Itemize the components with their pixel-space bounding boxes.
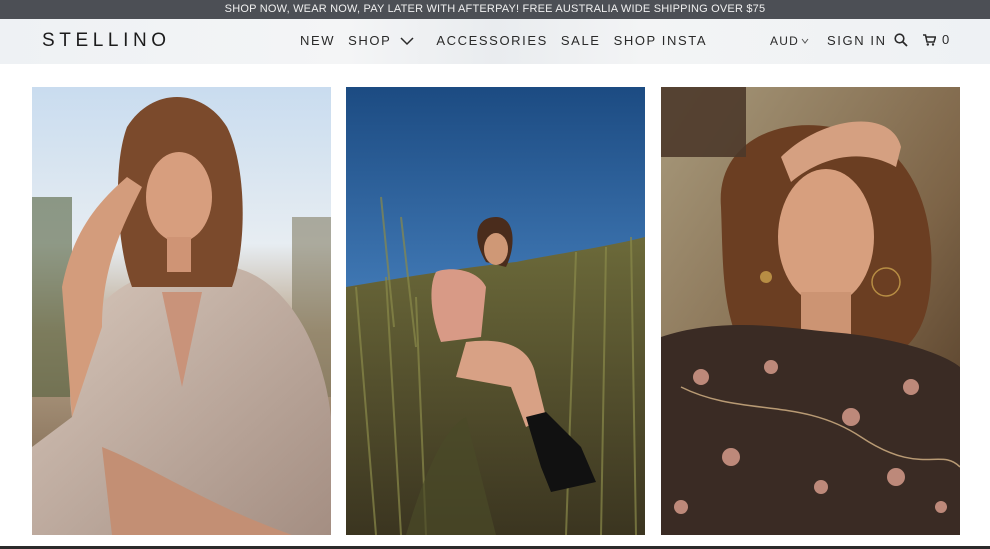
model-embroidered-top-photo (661, 87, 960, 535)
shopping-cart-icon (923, 33, 936, 46)
instagram-gallery (0, 64, 990, 549)
chevron-down-icon (801, 38, 809, 44)
chevron-down-icon (400, 36, 414, 45)
site-header: STELLINO NEW SHOP ACCESSORIES SALE SHOP … (0, 19, 990, 64)
cart-count: 0 (942, 32, 950, 47)
nav-shop-insta[interactable]: SHOP INSTA (614, 33, 708, 48)
model-pleated-jacket-photo (32, 87, 331, 535)
sign-in-link[interactable]: SIGN IN (827, 33, 887, 48)
nav-new[interactable]: NEW (300, 33, 335, 48)
nav-sale[interactable]: SALE (561, 33, 601, 48)
promo-banner: SHOP NOW, WEAR NOW, PAY LATER WITH AFTER… (0, 0, 990, 19)
nav-accessories[interactable]: ACCESSORIES (436, 33, 548, 48)
main-nav: NEW SHOP ACCESSORIES SALE SHOP INSTA (300, 33, 720, 48)
nav-shop[interactable]: SHOP (348, 33, 423, 48)
search-icon[interactable] (894, 33, 908, 47)
gallery-photo-2[interactable] (346, 87, 645, 535)
cart-button[interactable]: 0 (923, 32, 949, 47)
promo-text: SHOP NOW, WEAR NOW, PAY LATER WITH AFTER… (224, 3, 766, 15)
currency-label: AUD (770, 34, 799, 48)
logo[interactable]: STELLINO (42, 30, 171, 52)
nav-shop-label: SHOP (348, 33, 392, 48)
model-grass-field-photo (346, 87, 645, 535)
gallery-photo-1[interactable] (32, 87, 331, 535)
currency-selector[interactable]: AUD (770, 34, 809, 48)
gallery-photo-3[interactable] (661, 87, 960, 535)
